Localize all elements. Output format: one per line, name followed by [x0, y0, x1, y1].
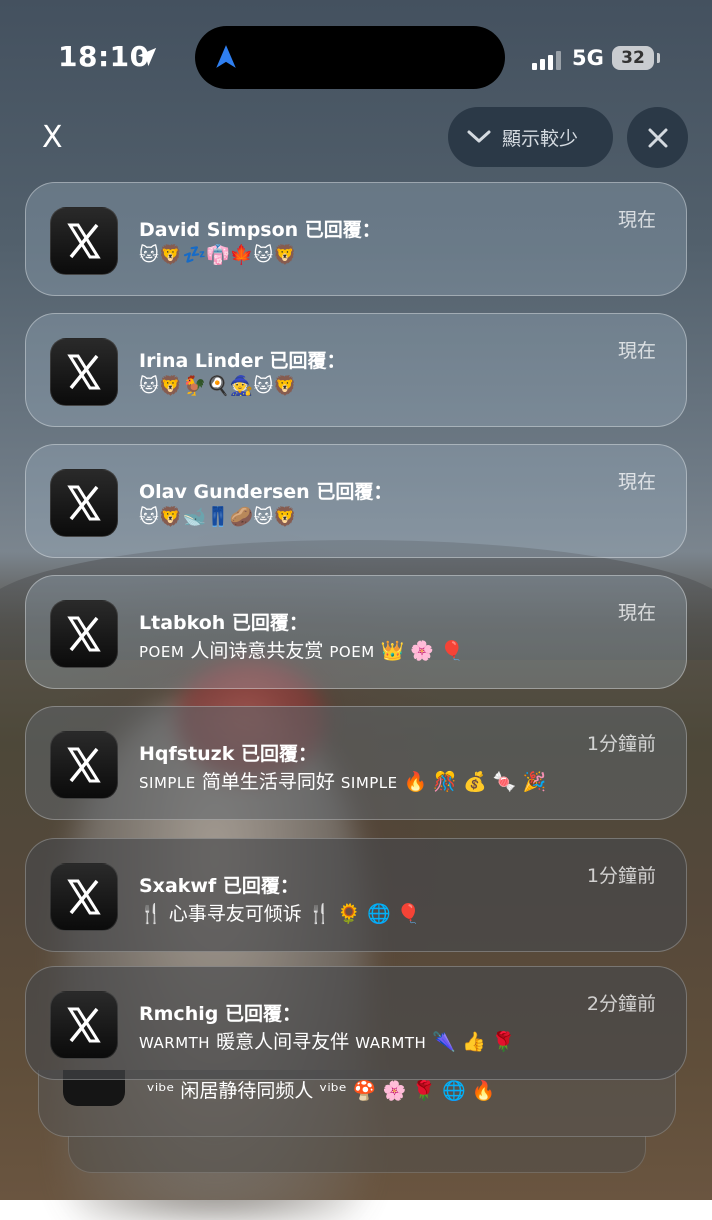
notification-message: 🐱🦁💤👘🍁🐱🦁 [139, 244, 297, 266]
notification-message: POEM 人间诗意共友赏 POEM 👑 🌸 🎈 [139, 640, 464, 662]
x-logo-icon [50, 863, 118, 931]
show-less-label: 顯示較少 [502, 127, 579, 150]
x-logo-icon [50, 731, 118, 799]
notification-sender: David Simpson 已回覆： [139, 219, 381, 241]
notification-sender: Ltabkoh 已回覆： [139, 612, 308, 634]
stacked-notification-peek[interactable]: ᵛⁱᵇᵉ 闲居静待同频人 ᵛⁱᵇᵉ 🍄 🌸 🌹 🌐 🔥 [38, 1070, 676, 1137]
notification-time: 2分鐘前 [586, 993, 656, 1015]
notification-message: SIMPLE 简单生活寻同好 SIMPLE 🔥 🎊 💰 🍬 🎉 [139, 771, 547, 793]
dynamic-island[interactable] [195, 26, 505, 89]
notification-card[interactable]: Irina Linder 已回覆： 🐱🦁🐓🍳🧙🐱🦁 現在 [25, 313, 687, 427]
notification-message: 🐱🦁🐋👖🥔🐱🦁 [139, 506, 297, 528]
notification-card[interactable]: Sxakwf 已回覆： 🍴 心事寻友可倾诉 🍴 🌻 🌐 🎈 1分鐘前 [25, 838, 687, 952]
app-group-title: X [42, 120, 63, 155]
notification-sender: Olav Gundersen 已回覆： [139, 481, 393, 503]
chevron-down-icon [467, 130, 491, 143]
notification-message: 🍴 心事寻友可倾诉 🍴 🌻 🌐 🎈 [139, 903, 421, 925]
x-logo-icon [50, 600, 118, 668]
cellular-signal-icon [532, 50, 561, 70]
notification-message: ᵛⁱᵇᵉ 闲居静待同频人 ᵛⁱᵇᵉ 🍄 🌸 🌹 🌐 🔥 [147, 1080, 496, 1102]
notification-message: WARMTH 暖意人间寻友伴 WARMTH 🌂 👍 🌹 [139, 1031, 516, 1053]
navigation-arrow-icon [216, 45, 236, 68]
location-arrow-icon [137, 47, 157, 67]
network-type: 5G [572, 46, 604, 70]
notification-time: 現在 [617, 471, 656, 493]
x-logo-icon [50, 338, 118, 406]
notification-time: 1分鐘前 [586, 733, 656, 755]
notification-sender: Hqfstuzk 已回覆： [139, 743, 317, 765]
clear-notifications-button[interactable] [627, 107, 688, 168]
notification-sender: Rmchig 已回覆： [139, 1003, 301, 1025]
battery-tip [657, 53, 660, 63]
x-logo-icon [50, 207, 118, 275]
notification-card[interactable]: Olav Gundersen 已回覆： 🐱🦁🐋👖🥔🐱🦁 現在 [25, 444, 687, 558]
status-bar: 18:10 5G 32 [0, 0, 712, 110]
notification-card[interactable]: Hqfstuzk 已回覆： SIMPLE 简单生活寻同好 SIMPLE 🔥 🎊 … [25, 706, 687, 820]
notification-time: 現在 [617, 340, 656, 362]
notification-time: 1分鐘前 [586, 865, 656, 887]
notification-time: 現在 [617, 602, 656, 624]
notification-sender: Irina Linder 已回覆： [139, 350, 346, 372]
notification-time: 現在 [617, 209, 656, 231]
notification-message: 🐱🦁🐓🍳🧙🐱🦁 [139, 375, 297, 397]
battery-indicator: 32 [612, 46, 654, 70]
close-icon [648, 128, 667, 147]
show-less-button[interactable]: 顯示較少 [448, 107, 613, 167]
notification-card[interactable]: Rmchig 已回覆： WARMTH 暖意人间寻友伴 WARMTH 🌂 👍 🌹 … [25, 966, 687, 1080]
x-logo-icon [50, 469, 118, 537]
notification-card[interactable]: Ltabkoh 已回覆： POEM 人间诗意共友赏 POEM 👑 🌸 🎈 現在 [25, 575, 687, 689]
notification-sender: Sxakwf 已回覆： [139, 875, 299, 897]
x-logo-icon [50, 991, 118, 1059]
notification-card[interactable]: David Simpson 已回覆： 🐱🦁💤👘🍁🐱🦁 現在 [25, 182, 687, 296]
stacked-notification-peek[interactable] [68, 1136, 646, 1173]
